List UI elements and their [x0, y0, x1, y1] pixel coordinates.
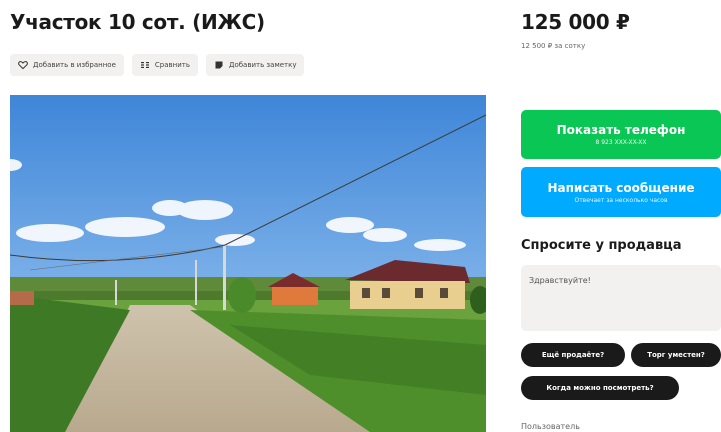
add-to-favorites-label: Добавить в избранное — [33, 61, 116, 69]
seller-message-input[interactable]: Здравствуйте! — [521, 265, 721, 331]
price-per-unit: 12 500 ₽ за сотку — [521, 42, 586, 50]
listing-actions: Добавить в избранное Сравнить Добавить з… — [10, 54, 305, 76]
phone-masked: 8 923 XXX-XX-XX — [595, 139, 647, 146]
note-icon — [214, 60, 224, 70]
seller-label: Пользователь — [521, 422, 580, 431]
add-to-favorites-button[interactable]: Добавить в избранное — [10, 54, 124, 76]
land-plot-photo — [10, 95, 486, 432]
add-note-label: Добавить заметку — [228, 61, 297, 69]
quick-question-chip[interactable]: Ещё продаёте? — [521, 343, 625, 367]
quick-question-chip[interactable]: Когда можно посмотреть? — [521, 376, 679, 400]
listing-title: Участок 10 сот. (ИЖС) — [10, 10, 265, 34]
show-phone-button[interactable]: Показать телефон 8 923 XXX-XX-XX — [521, 110, 721, 159]
write-message-label: Написать сообщение — [547, 180, 695, 195]
quick-question-chip[interactable]: Торг уместен? — [631, 343, 721, 367]
price: 125 000 ₽ — [521, 10, 630, 34]
listing-photo[interactable] — [10, 95, 486, 432]
compare-label: Сравнить — [154, 61, 190, 69]
add-note-button[interactable]: Добавить заметку — [205, 54, 305, 76]
compare-button[interactable]: Сравнить — [131, 54, 198, 76]
response-time-hint: Отвечает за несколько часов — [574, 196, 668, 204]
show-phone-label: Показать телефон — [556, 123, 686, 137]
ask-seller-title: Спросите у продавца — [521, 238, 682, 253]
heart-icon — [18, 60, 28, 70]
write-message-button[interactable]: Написать сообщение Отвечает за несколько… — [521, 167, 721, 217]
compare-icon — [140, 60, 150, 70]
